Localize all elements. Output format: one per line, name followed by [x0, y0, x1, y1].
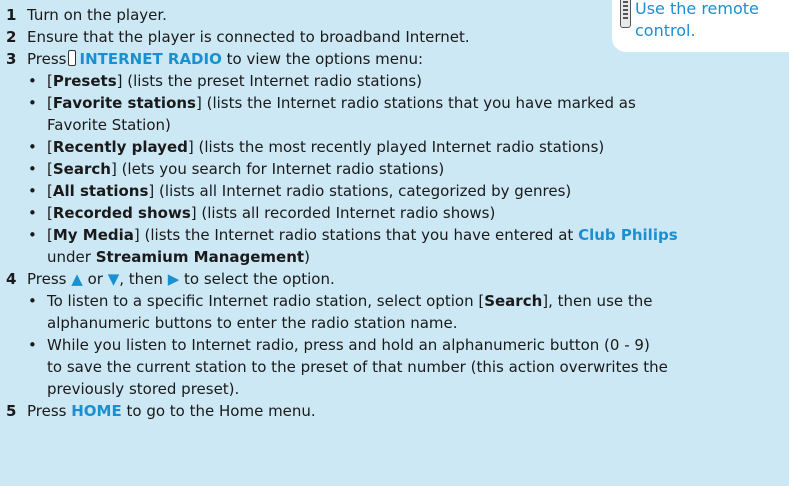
option-recorded-shows: • [Recorded shows] (lists all recorded In…	[28, 204, 496, 222]
up-arrow-icon: ▲	[71, 270, 83, 288]
substep-search: • To listen to a specific Internet radio …	[28, 292, 653, 310]
down-arrow-icon: ▼	[107, 270, 120, 288]
step-5: 5 Press HOME to go to the Home menu.	[6, 402, 316, 420]
option-my-media-cont: under Streamium Management)	[47, 248, 310, 266]
remote-control-icon	[620, 0, 631, 28]
option-recently-played: • [Recently played] (lists the most recen…	[28, 138, 605, 156]
step-3: 3 Press INTERNET RADIO to view the options…	[6, 50, 424, 68]
step-2: 2 Ensure that the player is connected to …	[6, 28, 470, 46]
remote-button-icon	[68, 50, 77, 66]
substep-preset-save: • While you listen to Internet radio, pre…	[28, 336, 650, 354]
right-arrow-icon: ▶	[167, 270, 180, 288]
remote-control-tip: Use the remote control.	[612, 0, 789, 52]
step-1: 1 Turn on the player.	[6, 6, 167, 24]
substep-preset-save-cont-1: to save the current station to the prese…	[47, 358, 668, 376]
substep-search-cont: alphanumeric buttons to enter the radio …	[47, 314, 458, 332]
option-all-stations: • [All stations] (lists all Internet radi…	[28, 182, 572, 200]
option-favorite-stations-cont: Favorite Station)	[47, 116, 171, 134]
substep-preset-save-cont-2: previously stored preset).	[47, 380, 240, 398]
option-my-media: • [My Media] (lists the Internet radio st…	[28, 226, 678, 244]
tip-text: Use the remote control.	[635, 0, 759, 40]
option-presets: • [Presets] (lists the preset Internet ra…	[28, 72, 422, 90]
step-4: 4 Press ▲ or ▼, then ▶ to select the opti…	[6, 270, 335, 288]
option-search: • [Search] (lets you search for Internet …	[28, 160, 445, 178]
option-favorite-stations: • [Favorite stations] (lists the Internet…	[28, 94, 636, 112]
